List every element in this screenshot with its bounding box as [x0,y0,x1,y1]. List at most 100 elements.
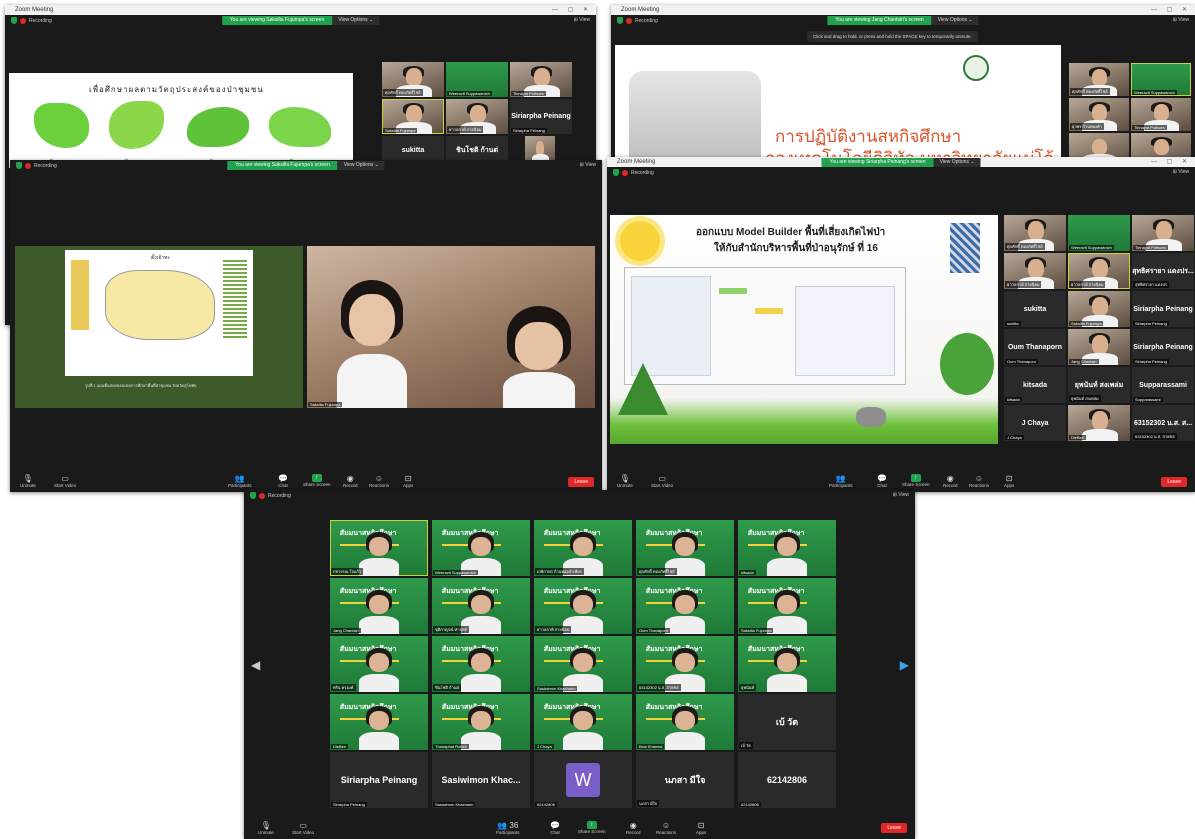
participant-tile[interactable]: สัมมนาสหกิจศึกษา ยาวลลาพ์ ถ่ายนิยม [534,578,632,634]
participant-tile[interactable]: สัมมนาสหกิจศึกษา Sasiwimon Khacharin [534,636,632,692]
participant-tile[interactable]: สัมมนาสหกิจศึกษา 63152302 น.ส. สายชล [636,636,734,692]
share-screen-button[interactable]: ↑ Share Screen [303,474,331,487]
unmute-button[interactable]: 🎙 Unmute [258,821,274,835]
view-options-button[interactable]: View Options ⌄ [931,16,979,25]
participant-tile-active[interactable]: ยาวลลาพ์ ถ่ายนิยม [1068,253,1130,289]
participants-button[interactable]: 👥 Participants [228,474,252,488]
participant-tile[interactable]: 63152302 น.ส. ส... 63152302 น.ส. สายชล [1132,405,1194,441]
record-button[interactable]: ◉ Record [943,474,958,488]
share-screen-button[interactable]: ↑ Share Screen [578,821,606,834]
share-screen-button[interactable]: ↑ Share Screen [902,474,930,487]
participant-tile[interactable]: สัมมนาสหกิจศึกษา เกษิกาพร ก้านทองคำเพียร [534,520,632,576]
participant-tile[interactable]: สัมมนาสหกิจศึกษา DleBee [330,694,428,750]
participant-tile[interactable]: kitsada kitsada [1004,367,1066,403]
participant-tile[interactable]: Supparassami Supparassami [1132,367,1194,403]
unmute-button[interactable]: 🎙 Unmute [20,474,36,488]
participant-tile[interactable]: สัมมนาสหกิจศึกษา Saksilla Fujumpa [738,578,836,634]
record-button[interactable]: ◉ Record [626,821,641,835]
participant-tile[interactable]: Siriarpha Peinang Siriarpha Peinang [330,752,428,808]
start-video-button[interactable]: ▭ Start Video [292,821,314,835]
participant-tile[interactable]: ยาวลลาพ์ ถ่ายนิยม [446,99,508,134]
apps-button[interactable]: ⊡ Apps [696,821,706,835]
record-button[interactable]: ◉ Record [343,474,358,488]
participant-tile[interactable]: สัมมนาสหกิจศึกษา ทริน ครองค์ [330,636,428,692]
leave-button[interactable]: Leave [881,823,907,833]
participant-tile-active[interactable]: Saksilla Fujumpa [382,99,444,134]
participant-tile[interactable]: Jang Chantsiri [1068,329,1130,365]
window-controls[interactable]: — ▢ ✕ [1151,5,1191,15]
zoom-window-2: Zoom Meeting — ▢ ✕ Recording You are view… [611,5,1195,165]
participant-tile[interactable]: สัมมนาสหกิจศึกษา Weeravit Suppawanich [432,520,530,576]
reactions-button[interactable]: ☺ Reactions [969,474,989,488]
participant-tile[interactable]: Sasiwimon Khac... Sasiwimon Khacharin [432,752,530,808]
participant-tile[interactable]: ยุวพร ก้านทองคำ [1069,98,1129,131]
participant-tile[interactable]: Weeravit Suppawanich [446,62,508,97]
window-controls[interactable]: — ▢ ✕ [1151,157,1191,167]
chat-button[interactable]: 💬 Chat [550,821,560,835]
participant-tile[interactable]: สัมมนาสหกิจศึกษา ชินโชติ ก้านต่ [432,636,530,692]
participant-tile[interactable]: W 62142806 [534,752,632,808]
chat-button[interactable]: 💬 Chat [877,474,887,488]
view-options-button[interactable]: View Options ⌄ [332,16,380,25]
participants-button[interactable]: 👥 36 Participants [496,821,520,835]
participant-tile[interactable]: sukitta sukitta [1004,291,1066,327]
participant-tile[interactable]: Tinnayut Pcthoes [1131,98,1191,131]
participant-tile[interactable]: Tinnayut Pcthoes [1132,215,1194,251]
participant-tile[interactable]: นภสา มีใจ นภสา มีใจ [636,752,734,808]
view-options-button[interactable]: View Options ⌄ [337,161,385,170]
leave-button[interactable]: Leave [1161,477,1187,487]
participant-tile[interactable]: Siriarpha Peinang Siriarpha Peinang [1132,329,1194,365]
participant-tile[interactable]: Weeravit Suppawanich [1068,215,1130,251]
view-button[interactable]: ⊞ View [1173,169,1189,175]
start-video-button[interactable]: ▭ Start Video [651,474,673,488]
participant-tile[interactable]: Oum Thanaporn Oum Thanaporn [1004,329,1066,365]
meeting-toolbar: 🎙 Unmute ▭ Start Video 👥 36 Participants 💬 C… [244,819,915,839]
view-button[interactable]: ⊞ View [1173,17,1189,23]
reactions-button[interactable]: ☺ Reactions [369,474,389,488]
participant-tile-active[interactable]: สัมมนาสหกิจศึกษา กชวรรณ ใจแก้ว [330,520,428,576]
participant-tile[interactable]: ศุภศักดิ์ ทองภัทธิ์ไชย์ [1004,215,1066,251]
window-controls[interactable]: — ▢ ✕ [552,5,592,15]
participant-tile[interactable]: สัมมนาสหกิจศึกษา Bow Khamlal [636,694,734,750]
participant-tile[interactable]: สัมมนาสหกิจศึกษา ชุติกาญจน์ ท่าสุทธ์ [432,578,530,634]
participant-tile[interactable]: ศุภศักดิ์ ทองภัทธิ์ไชย์ [382,62,444,97]
app-title: Zoom Meeting [15,7,54,13]
participant-tile[interactable]: สุทธิศรายา แดงปร... สุทธิศรายา แดงปร [1132,253,1194,289]
leave-button[interactable]: Leave [568,477,594,487]
participant-tile[interactable]: J Chaya J Chaya [1004,405,1066,441]
participant-tile[interactable]: ยุพนันท์ สงเพล่ม ยุพนันท์ สงเพล่ม [1068,367,1130,403]
apps-button[interactable]: ⊡ Apps [1004,474,1014,488]
participant-tile[interactable]: เบ้ วัต เบ้ วัต [738,694,836,750]
speaker-video[interactable]: Saksilla Fujumpa [307,246,595,408]
view-button[interactable]: ⊞ View [893,492,909,498]
map-title: ตั้งเจ้าทะ [151,255,171,261]
unmute-button[interactable]: 🎙 Unmute [617,474,633,488]
chat-button[interactable]: 💬 Chat [278,474,288,488]
participant-tile[interactable]: สัมมนาสหกิจศึกษา Oum Thanaporn [636,578,734,634]
participant-tile[interactable]: Tinnayut Pcthoes [510,62,572,97]
participant-tile[interactable]: Saksilla Fujumpa [1068,291,1130,327]
participant-tile[interactable]: สัมมนาสหกิจศึกษา ศุภศักดิ์ ทองภัทธิ์ไชย์ [636,520,734,576]
reactions-button[interactable]: ☺ Reactions [656,821,676,835]
next-page-arrow[interactable]: ▶ [900,658,909,672]
participant-tile[interactable]: ศุภศักดิ์ ทองภัทธิ์ไชย์ [1069,63,1129,96]
participant-tile[interactable]: สัมมนาสหกิจศึกษา ยุพนันท์ [738,636,836,692]
participant-tile[interactable]: สัมมนาสหกิจศึกษา Thanaphat Rottek [432,694,530,750]
participant-tile[interactable]: 62142806 62142806 [738,752,836,808]
participant-tile-active[interactable]: Weeravit Suppawanich [1131,63,1191,96]
view-options-button[interactable]: View Options ⌄ [933,158,981,167]
previous-page-arrow[interactable]: ◀ [251,658,260,672]
participant-tile[interactable]: สัมมนาสหกิจศึกษา Jang Chantsiri [330,578,428,634]
participant-tile[interactable]: Siriarpha Peinang Siriarpha Peinang [1132,291,1194,327]
participant-tile[interactable]: สัมมนาสหกิจศึกษา kitsada [738,520,836,576]
participants-button[interactable]: 👥 Participants [829,474,853,488]
participant-tile[interactable]: Siriarpha Peinang Siriarpha Peinang [510,99,572,134]
participant-tile[interactable]: ยาวลลาพ์ ถ่ายนิยม [1004,253,1066,289]
participant-tile[interactable]: DleBee [1068,405,1130,441]
apps-button[interactable]: ⊡ Apps [403,474,413,488]
participant-tile[interactable]: สัมมนาสหกิจศึกษา J Chaya [534,694,632,750]
start-video-button[interactable]: ▭ Start Video [54,474,76,488]
participant-name: ยาวลลาพ์ ถ่ายนิยม [1005,281,1042,288]
view-button[interactable]: ⊞ View [574,17,590,23]
view-button[interactable]: ⊞ View [580,162,596,168]
